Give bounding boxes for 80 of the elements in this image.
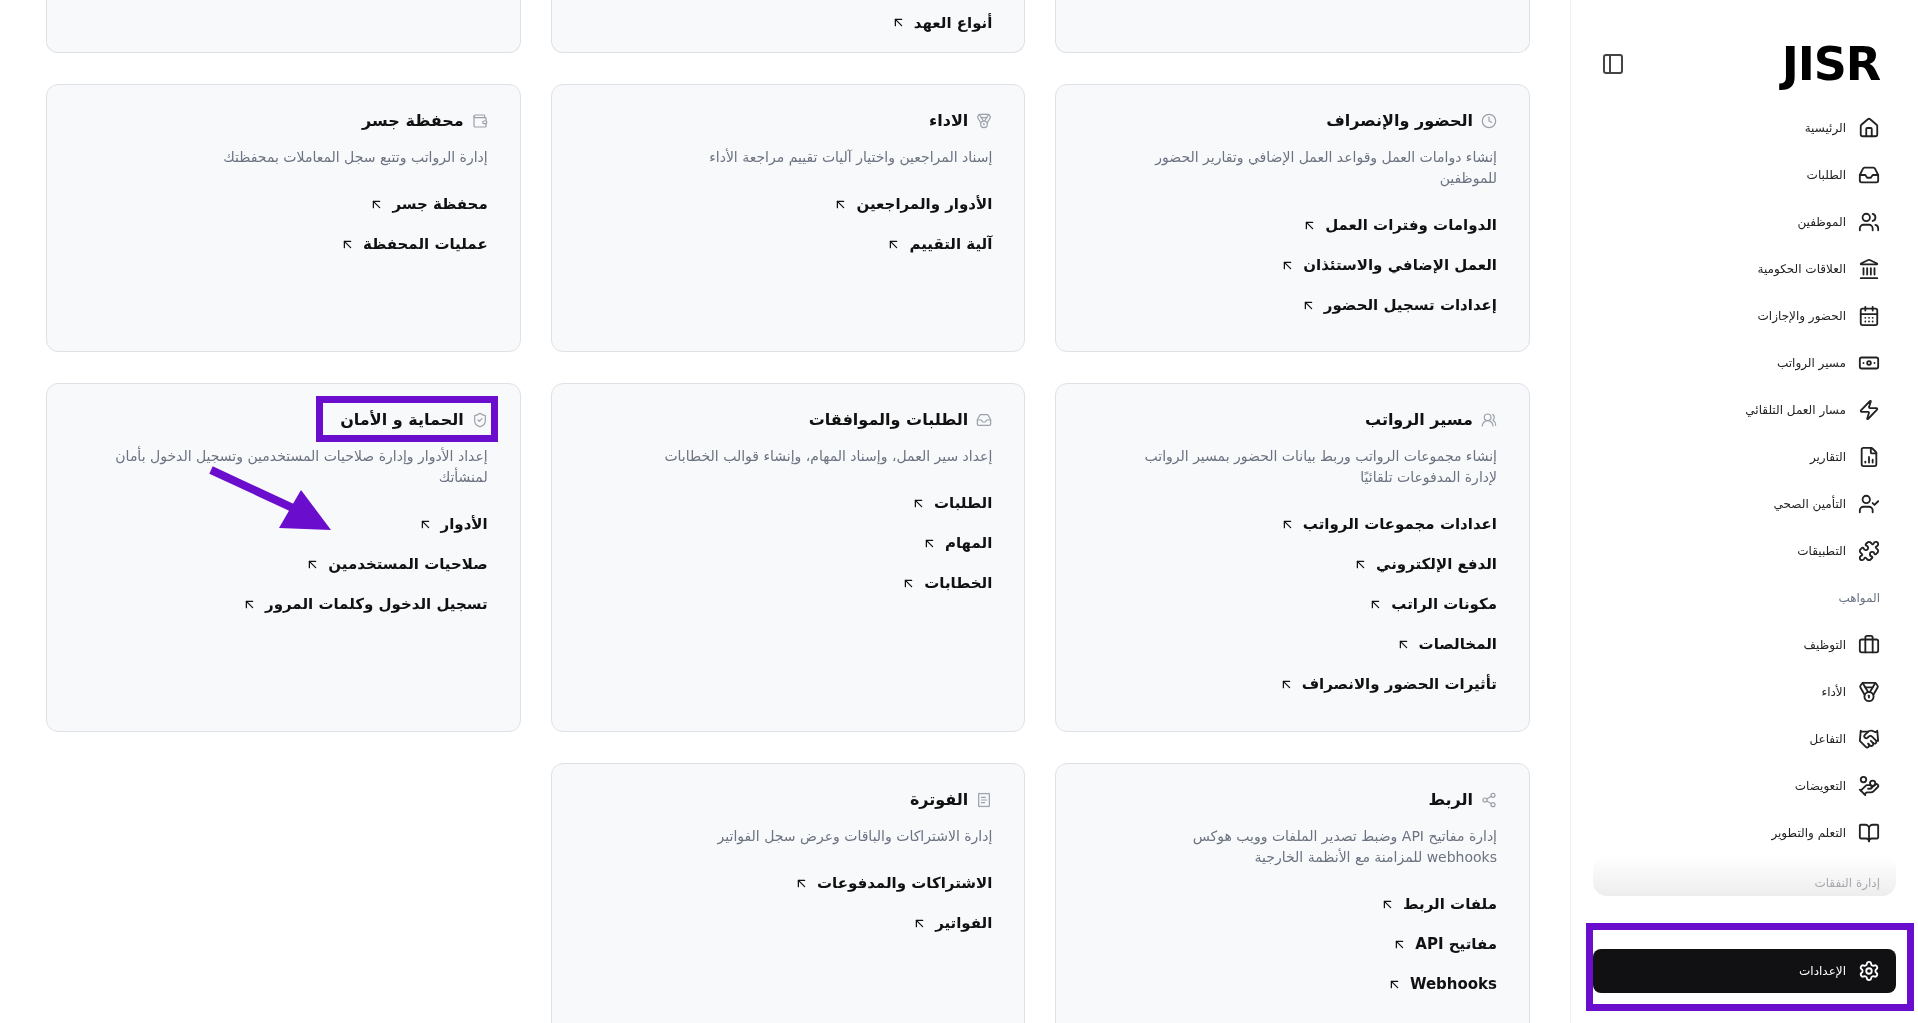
card-title: الطلبات والموافقات xyxy=(808,409,969,431)
nav-item[interactable]: مسير الرواتب xyxy=(1571,339,1918,386)
settings-link[interactable]: مكونات الراتب xyxy=(1084,590,1497,618)
shield-icon xyxy=(471,412,488,428)
settings-link[interactable]: تأثيرات الحضور والانصراف xyxy=(1084,670,1497,698)
settings-link[interactable]: الخطابات xyxy=(579,569,993,597)
card-description: إدارة الرواتب وتتبع سجل المعاملات بمحفظتك xyxy=(222,148,488,168)
settings-link[interactable]: العمل الإضافي والاستئذان xyxy=(1084,251,1497,279)
settings-link[interactable]: مفاتيح API xyxy=(1084,930,1497,958)
puzzle-icon xyxy=(1858,539,1880,562)
settings-link[interactable]: الأدوار xyxy=(75,510,488,538)
settings-link[interactable]: عمليات المحفظة xyxy=(75,230,488,258)
handshake-icon xyxy=(1858,727,1880,750)
nav-item[interactable]: الإعدادات xyxy=(1593,949,1896,993)
card-description: إعداد الأدوار وإدارة صلاحيات المستخدمين وتسجيل الدخول بأمان لمنشأتك xyxy=(114,446,488,487)
settings-link[interactable]: المهام xyxy=(579,529,993,557)
briefcase-icon xyxy=(1858,633,1880,656)
report-icon xyxy=(1858,445,1880,468)
receipt-icon xyxy=(976,792,993,808)
section-label: المواهب xyxy=(1838,589,1880,607)
user-shield-icon xyxy=(1858,492,1880,515)
nav-item[interactable]: التأمين الصحي xyxy=(1571,480,1918,527)
clock-icon xyxy=(1481,113,1497,129)
nav-item[interactable]: التعلم والتطوير xyxy=(1571,809,1918,856)
nav-item[interactable]: العلاقات الحكومية xyxy=(1571,245,1918,292)
card-description: إدارة مفاتيح API وضبط تصدير الملفات وويب هوكس webhooks للمزامنة مع الأنظمة الخارجية xyxy=(1191,827,1497,868)
settings-link[interactable]: إعدادات تسجيل الحضور xyxy=(1084,291,1497,319)
settings-link[interactable]: Webhooks xyxy=(1084,970,1497,998)
nav-item[interactable]: التطبيقات xyxy=(1571,527,1918,574)
card-description: إدارة الاشتراكات والباقات وعرض سجل الفواتير xyxy=(716,827,993,847)
sidebar-toggle-icon[interactable] xyxy=(1601,52,1625,76)
settings-link[interactable]: آلية التقييم xyxy=(579,230,993,258)
wallet-icon xyxy=(471,113,488,129)
settings-link[interactable]: ملفات الربط xyxy=(1084,890,1497,918)
card-title: مسير الرواتب xyxy=(1364,409,1473,431)
settings-link[interactable]: الدفع الإلكتروني xyxy=(1084,550,1497,578)
book-icon xyxy=(1858,821,1880,844)
card-title: محفظة جسر xyxy=(362,110,464,132)
nav-item[interactable]: التعويضات xyxy=(1571,762,1918,809)
nav-item[interactable]: التقارير xyxy=(1571,433,1918,480)
settings-link[interactable]: المخالصات xyxy=(1084,630,1497,658)
settings-link[interactable]: الأدوار والمراجعين xyxy=(579,190,993,218)
nav-item[interactable]: الأداء xyxy=(1571,668,1918,715)
users-icon xyxy=(1858,210,1880,233)
settings-link[interactable]: أنواع العهد xyxy=(551,11,993,34)
settings-link[interactable]: تسجيل الدخول وكلمات المرور xyxy=(75,590,488,618)
hand-coin-icon xyxy=(1858,774,1880,797)
medal-icon xyxy=(1858,680,1880,703)
settings-link[interactable]: محفظة جسر xyxy=(75,190,488,218)
settings-link[interactable]: الفواتير xyxy=(579,909,993,937)
card-description: إنشاء دوامات العمل وقواعد العمل الإضافي وتقارير الحضور للموظفين xyxy=(1153,148,1497,189)
medal-icon xyxy=(976,113,993,129)
nav-item[interactable]: الرئيسية xyxy=(1571,104,1918,151)
settings-link[interactable]: اعدادات مجموعات الرواتب xyxy=(1084,510,1497,538)
nav-item[interactable]: الموظفين xyxy=(1571,198,1918,245)
card-title: الربط xyxy=(1428,789,1473,811)
users-icon xyxy=(1481,412,1497,428)
settings-link[interactable]: الاشتراكات والمدفوعات xyxy=(579,869,993,897)
nav-item[interactable]: التوظيف xyxy=(1571,621,1918,668)
settings-link[interactable]: صلاحيات المستخدمين xyxy=(75,550,488,578)
lightning-icon xyxy=(1858,398,1880,421)
card-description: إسناد المراجعين واختيار آليات تقييم مراجعة الأداء xyxy=(708,147,993,168)
nav-item[interactable]: الطلبات xyxy=(1571,151,1918,198)
card-description: إنشاء مجموعات الرواتب وربط بيانات الحضور بمسير الرواتب لإدارة المدفوعات تلقائيًا xyxy=(1143,447,1497,488)
card-description: إعداد سير العمل، وإسناد المهام، وإنشاء قوالب الخطابات xyxy=(663,447,993,467)
settings-link[interactable]: الدوامات وفترات العمل xyxy=(1084,211,1497,239)
nav-item[interactable]: الحضور والإجازات xyxy=(1571,292,1918,339)
settings-icon xyxy=(1858,960,1880,982)
card-title: الفوترة xyxy=(909,789,969,811)
inbox-icon xyxy=(976,412,993,428)
share-icon xyxy=(1481,792,1497,808)
nav-item[interactable]: التفاعل xyxy=(1571,715,1918,762)
card-title: الاداء xyxy=(929,110,969,132)
nav-item[interactable]: مسار العمل التلقائي xyxy=(1571,386,1918,433)
settings-link[interactable]: الطلبات xyxy=(579,489,993,517)
home-icon xyxy=(1858,116,1880,139)
calendar-icon xyxy=(1858,304,1880,327)
building-icon xyxy=(1858,257,1880,280)
card-title: الحماية و الأمان xyxy=(340,409,464,431)
card-title: الحضور والإنصراف xyxy=(1326,110,1473,132)
